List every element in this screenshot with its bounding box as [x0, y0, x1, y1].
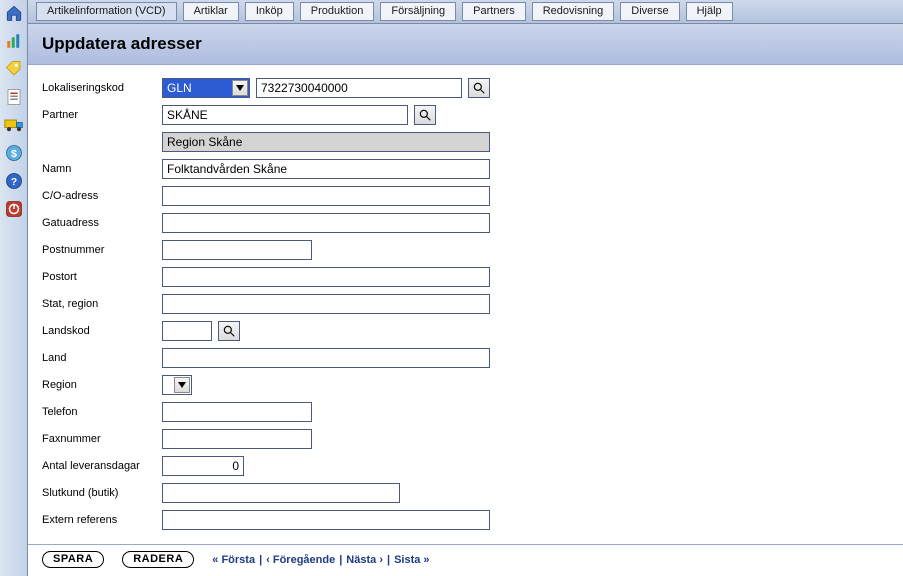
- lokaliseringskod-type-value: GLN: [167, 81, 192, 95]
- label-postort: Postort: [42, 271, 162, 283]
- tab-artikelinformation[interactable]: Artikelinformation (VCD): [36, 2, 177, 21]
- left-toolbar: $ ?: [0, 0, 28, 576]
- landskod-lookup-button[interactable]: [218, 321, 240, 341]
- label-lokaliseringskod: Lokaliseringskod: [42, 82, 162, 94]
- gatuadress-input[interactable]: [162, 213, 490, 233]
- label-gatuadress: Gatuadress: [42, 217, 162, 229]
- label-partner: Partner: [42, 109, 162, 121]
- form-area: Lokaliseringskod GLN Partner: [28, 65, 903, 544]
- bar-chart-icon[interactable]: [3, 30, 25, 52]
- tab-inkop[interactable]: Inköp: [245, 2, 294, 21]
- label-extern-referens: Extern referens: [42, 514, 162, 526]
- slutkund-input[interactable]: [162, 483, 400, 503]
- region-select[interactable]: [162, 375, 192, 395]
- label-land: Land: [42, 352, 162, 364]
- landskod-input[interactable]: [162, 321, 212, 341]
- lokaliseringskod-lookup-button[interactable]: [468, 78, 490, 98]
- tab-diverse[interactable]: Diverse: [620, 2, 679, 21]
- pager-prev[interactable]: ‹ Föregående: [266, 554, 335, 566]
- home-icon[interactable]: [3, 2, 25, 24]
- label-region: Region: [42, 379, 162, 391]
- extern-referens-input[interactable]: [162, 510, 490, 530]
- postnummer-input[interactable]: [162, 240, 312, 260]
- label-landskod: Landskod: [42, 325, 162, 337]
- pager-first[interactable]: « Första: [212, 554, 255, 566]
- label-slutkund: Slutkund (butik): [42, 487, 162, 499]
- tab-partners[interactable]: Partners: [462, 2, 526, 21]
- tab-produktion[interactable]: Produktion: [300, 2, 375, 21]
- label-co: C/O-adress: [42, 190, 162, 202]
- page-header: Uppdatera adresser: [28, 24, 903, 65]
- land-input[interactable]: [162, 348, 490, 368]
- label-stat-region: Stat, region: [42, 298, 162, 310]
- namn-input[interactable]: [162, 159, 490, 179]
- lokaliseringskod-value-input[interactable]: [256, 78, 462, 98]
- power-icon[interactable]: [3, 198, 25, 220]
- currency-icon[interactable]: $: [3, 142, 25, 164]
- svg-text:$: $: [11, 148, 17, 160]
- antal-leveransdagar-input[interactable]: [162, 456, 244, 476]
- tag-edit-icon[interactable]: [3, 58, 25, 80]
- bottom-bar: SPARA RADERA « Första | ‹ Föregående | N…: [28, 544, 903, 576]
- faxnummer-input[interactable]: [162, 429, 312, 449]
- page-title: Uppdatera adresser: [42, 34, 889, 54]
- truck-icon[interactable]: [3, 114, 25, 136]
- chevron-down-icon: [174, 377, 190, 393]
- svg-text:?: ?: [10, 176, 16, 188]
- pager: « Första | ‹ Föregående | Nästa › | Sist…: [212, 554, 429, 566]
- pager-next[interactable]: Nästa ›: [346, 554, 383, 566]
- partner-lookup-button[interactable]: [414, 105, 436, 125]
- spara-button[interactable]: SPARA: [42, 551, 104, 568]
- label-antal-leveransdagar: Antal leveransdagar: [42, 460, 162, 472]
- chevron-down-icon: [232, 80, 248, 96]
- tab-redovisning[interactable]: Redovisning: [532, 2, 615, 21]
- lokaliseringskod-type-select[interactable]: GLN: [162, 78, 250, 98]
- report-icon[interactable]: [3, 86, 25, 108]
- pager-last[interactable]: Sista »: [394, 554, 429, 566]
- help-icon[interactable]: ?: [3, 170, 25, 192]
- stat-region-input[interactable]: [162, 294, 490, 314]
- tab-artiklar[interactable]: Artiklar: [183, 2, 239, 21]
- postort-input[interactable]: [162, 267, 490, 287]
- partner-name-display: Region Skåne: [162, 132, 490, 152]
- label-faxnummer: Faxnummer: [42, 433, 162, 445]
- partner-code-input[interactable]: [162, 105, 408, 125]
- label-namn: Namn: [42, 163, 162, 175]
- co-adress-input[interactable]: [162, 186, 490, 206]
- radera-button[interactable]: RADERA: [122, 551, 194, 568]
- tab-hjalp[interactable]: Hjälp: [686, 2, 733, 21]
- telefon-input[interactable]: [162, 402, 312, 422]
- label-telefon: Telefon: [42, 406, 162, 418]
- tab-forsaljning[interactable]: Försäljning: [380, 2, 456, 21]
- label-postnummer: Postnummer: [42, 244, 162, 256]
- top-tabbar: Artikelinformation (VCD) Artiklar Inköp …: [28, 0, 903, 24]
